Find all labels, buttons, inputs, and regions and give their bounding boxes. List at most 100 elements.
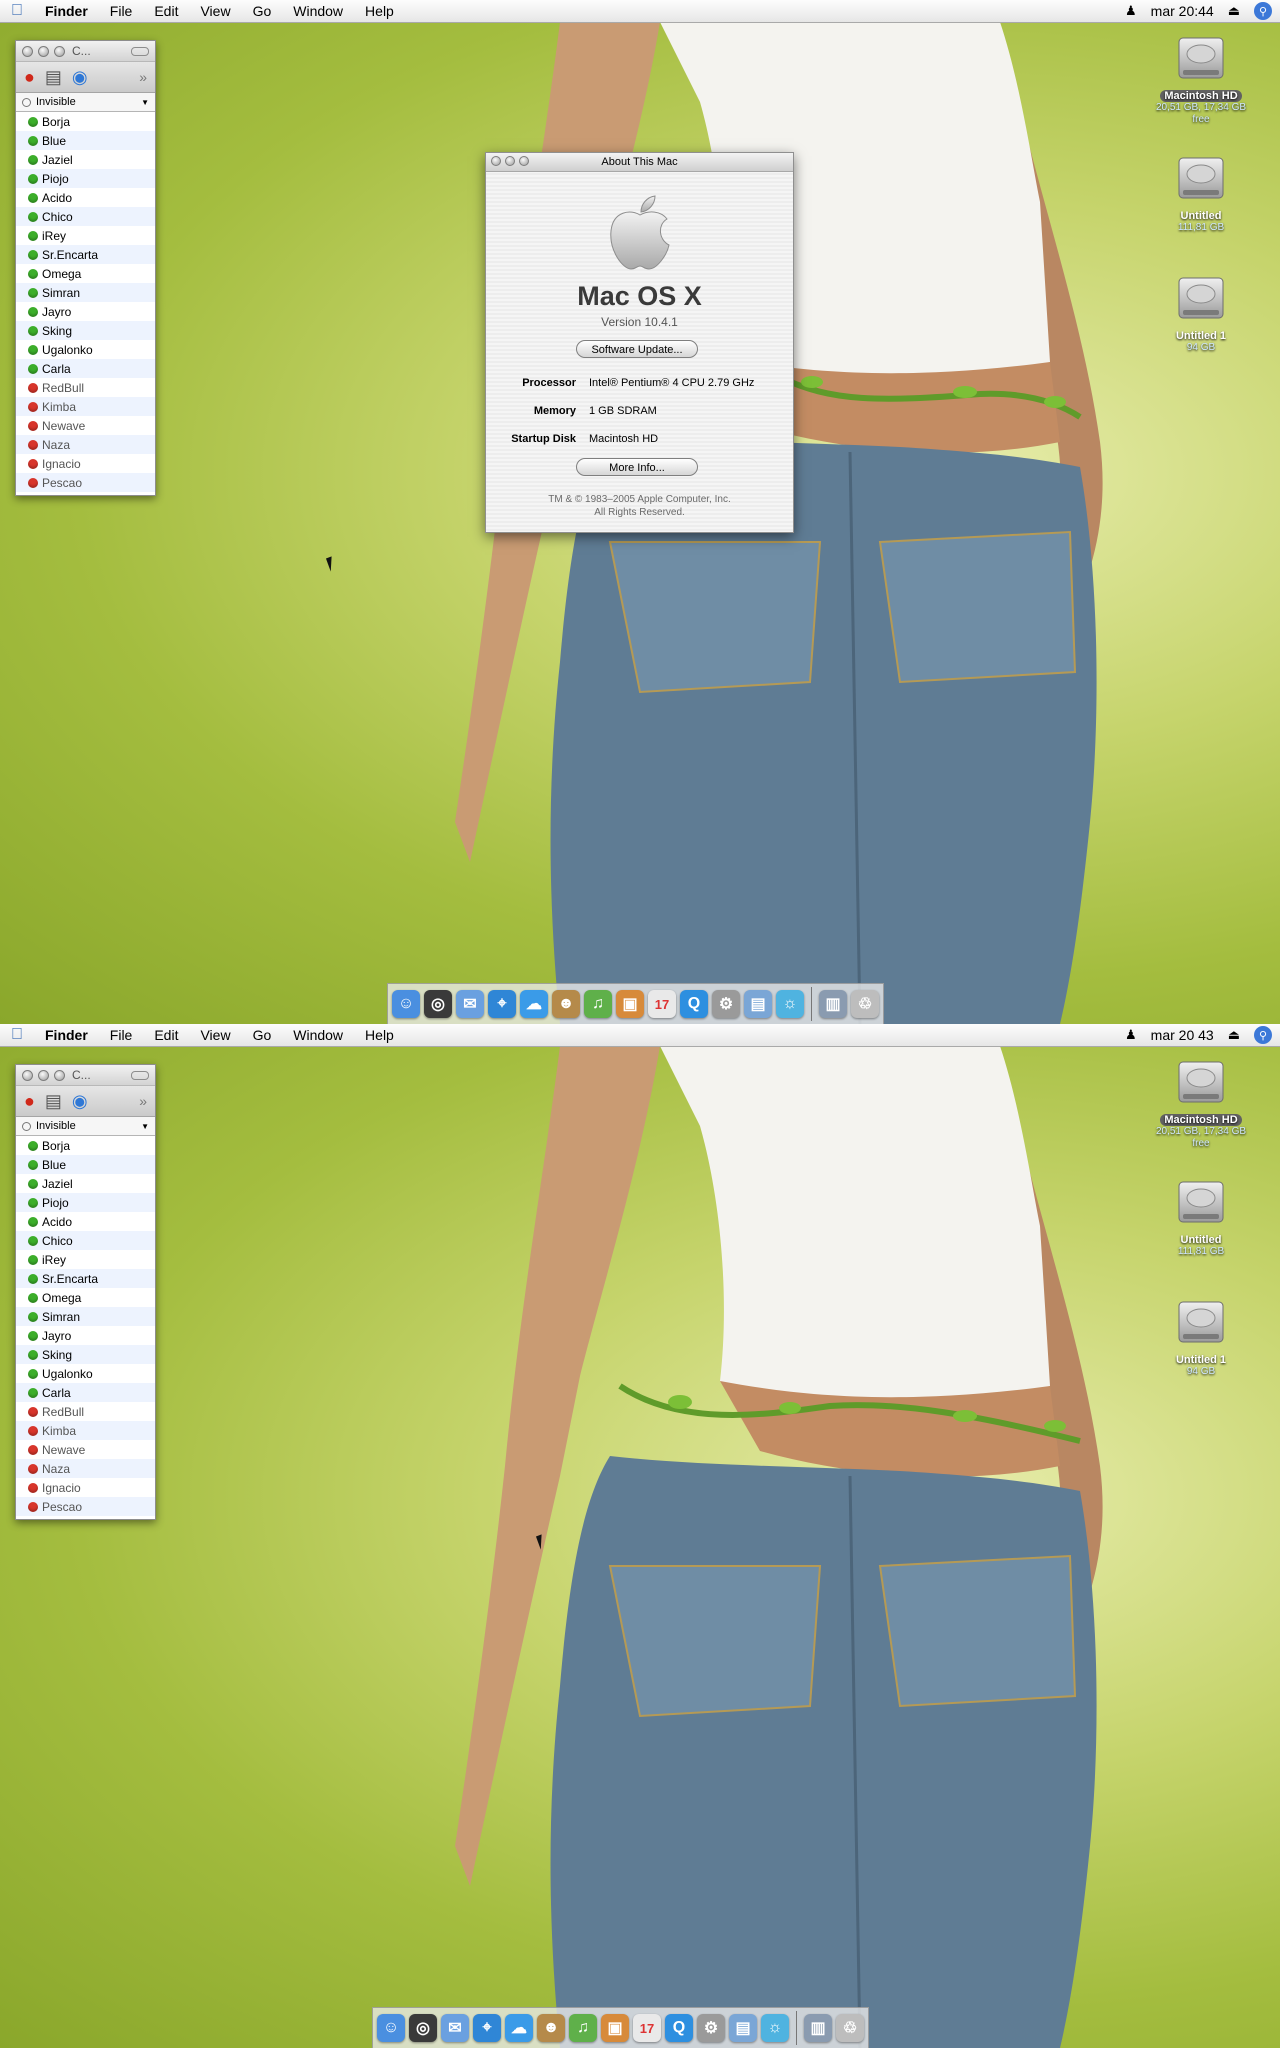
buddy-row[interactable]: Newave: [16, 1440, 155, 1459]
buddy-row[interactable]: Jayro: [16, 1326, 155, 1345]
buddy-row[interactable]: Simran: [16, 283, 155, 302]
buddy-row[interactable]: Piojo: [16, 1193, 155, 1212]
contact-card-icon[interactable]: ▤: [45, 1091, 62, 1112]
menu-file[interactable]: File: [99, 1027, 144, 1043]
ical-icon[interactable]: 17: [633, 2014, 661, 2042]
menu-edit[interactable]: Edit: [143, 1027, 189, 1043]
address-book-icon[interactable]: ☻: [552, 990, 580, 1018]
zoom-icon[interactable]: [54, 1069, 65, 1081]
buddy-row[interactable]: Jaziel: [16, 1174, 155, 1193]
buddy-row[interactable]: Borja: [16, 1136, 155, 1155]
mail-icon[interactable]: ✉: [456, 990, 484, 1018]
buddy-row[interactable]: Sking: [16, 1345, 155, 1364]
chat-bubble-icon[interactable]: ◉: [72, 67, 88, 88]
buddy-row[interactable]: Pescao: [16, 473, 155, 492]
contact-card-icon[interactable]: ▤: [45, 67, 62, 88]
more-info-button[interactable]: More Info...: [576, 458, 698, 476]
menubar-clock[interactable]: mar 20 43: [1151, 1027, 1214, 1043]
document-icon[interactable]: ▥: [804, 2014, 832, 2042]
buddy-row[interactable]: Omega: [16, 264, 155, 283]
preview-icon[interactable]: ▤: [729, 2014, 757, 2042]
zoom-icon[interactable]: [54, 45, 65, 57]
screen-reader-icon[interactable]: ♟: [1125, 1027, 1137, 1043]
apple-menu-icon[interactable]: : [0, 1026, 34, 1044]
ichat-icon[interactable]: ☁: [520, 990, 548, 1018]
buddy-row[interactable]: Carla: [16, 1383, 155, 1402]
safari-icon[interactable]: ⌖: [473, 2014, 501, 2042]
buddy-picture-icon[interactable]: ●: [24, 67, 35, 88]
finder-icon[interactable]: ☺: [377, 2014, 405, 2042]
dashboard-icon[interactable]: ◎: [424, 990, 452, 1018]
spotlight-icon[interactable]: ⚲: [1254, 1026, 1272, 1044]
drive-icon-item[interactable]: Macintosh HD 20,51 GB, 17,34 GB free: [1146, 1054, 1256, 1150]
buddy-row[interactable]: Omega: [16, 1288, 155, 1307]
document-icon[interactable]: ▥: [819, 990, 847, 1018]
messenger-icon[interactable]: ☼: [761, 2014, 789, 2042]
status-selector[interactable]: Invisible ▼: [16, 93, 155, 112]
menu-go[interactable]: Go: [242, 1027, 283, 1043]
buddy-row[interactable]: Naza: [16, 435, 155, 454]
software-update-button[interactable]: Software Update...: [576, 340, 698, 358]
buddy-row[interactable]: iRey: [16, 1250, 155, 1269]
menu-view[interactable]: View: [189, 3, 241, 19]
buddy-window-titlebar[interactable]: C...: [16, 41, 155, 62]
menu-help[interactable]: Help: [354, 3, 405, 19]
buddy-row[interactable]: Simran: [16, 1307, 155, 1326]
toolbar-toggle-icon[interactable]: [131, 46, 149, 56]
screen-reader-icon[interactable]: ♟: [1125, 3, 1137, 19]
iphoto-icon[interactable]: ▣: [601, 2014, 629, 2042]
trash-icon[interactable]: ♲: [836, 2014, 864, 2042]
mail-icon[interactable]: ✉: [441, 2014, 469, 2042]
zoom-icon[interactable]: [519, 156, 529, 166]
menubar-clock[interactable]: mar 20:44: [1151, 3, 1214, 19]
drive-icon-item[interactable]: Untitled 1 94 GB: [1146, 1294, 1256, 1378]
buddy-row[interactable]: Jaziel: [16, 150, 155, 169]
system-preferences-icon[interactable]: ⚙: [712, 990, 740, 1018]
itunes-icon[interactable]: ♫: [569, 2014, 597, 2042]
about-titlebar[interactable]: About This Mac: [486, 153, 793, 172]
drive-icon-item[interactable]: Untitled 1 94 GB: [1146, 270, 1256, 354]
menu-window[interactable]: Window: [282, 3, 354, 19]
menu-window[interactable]: Window: [282, 1027, 354, 1043]
buddy-row[interactable]: Blue: [16, 131, 155, 150]
menu-app-finder[interactable]: Finder: [34, 1027, 99, 1043]
drive-icon-item[interactable]: Untitled 111,81 GB: [1146, 150, 1256, 234]
buddy-row[interactable]: RedBull: [16, 1402, 155, 1421]
menu-file[interactable]: File: [99, 3, 144, 19]
preview-icon[interactable]: ▤: [744, 990, 772, 1018]
minimize-icon[interactable]: [38, 1069, 49, 1081]
menu-help[interactable]: Help: [354, 1027, 405, 1043]
buddy-row[interactable]: Ignacio: [16, 1478, 155, 1497]
buddy-row[interactable]: RedBull: [16, 378, 155, 397]
buddy-row[interactable]: Chico: [16, 1231, 155, 1250]
buddy-row[interactable]: Sr.Encarta: [16, 245, 155, 264]
chevron-more-icon[interactable]: »: [139, 69, 147, 85]
menu-go[interactable]: Go: [242, 3, 283, 19]
buddy-row[interactable]: iRey: [16, 226, 155, 245]
buddy-row[interactable]: Pescao: [16, 1497, 155, 1516]
buddy-row[interactable]: Newave: [16, 416, 155, 435]
dashboard-icon[interactable]: ◎: [409, 2014, 437, 2042]
buddy-row[interactable]: Ugalonko: [16, 340, 155, 359]
quicktime-icon[interactable]: Q: [680, 990, 708, 1018]
buddy-row[interactable]: Ugalonko: [16, 1364, 155, 1383]
quicktime-icon[interactable]: Q: [665, 2014, 693, 2042]
close-icon[interactable]: [491, 156, 501, 166]
menu-edit[interactable]: Edit: [143, 3, 189, 19]
buddy-row[interactable]: Naza: [16, 1459, 155, 1478]
messenger-icon[interactable]: ☼: [776, 990, 804, 1018]
iphoto-icon[interactable]: ▣: [616, 990, 644, 1018]
buddy-picture-icon[interactable]: ●: [24, 1091, 35, 1112]
buddy-row[interactable]: Chico: [16, 207, 155, 226]
buddy-row[interactable]: Jayro: [16, 302, 155, 321]
apple-menu-icon[interactable]: : [0, 2, 34, 20]
buddy-row[interactable]: Sking: [16, 321, 155, 340]
spotlight-icon[interactable]: ⚲: [1254, 2, 1272, 20]
trash-icon[interactable]: ♲: [851, 990, 879, 1018]
buddy-window-titlebar[interactable]: C...: [16, 1065, 155, 1086]
buddy-row[interactable]: Blue: [16, 1155, 155, 1174]
address-book-icon[interactable]: ☻: [537, 2014, 565, 2042]
menu-app-finder[interactable]: Finder: [34, 3, 99, 19]
buddy-row[interactable]: Borja: [16, 112, 155, 131]
chat-bubble-icon[interactable]: ◉: [72, 1091, 88, 1112]
